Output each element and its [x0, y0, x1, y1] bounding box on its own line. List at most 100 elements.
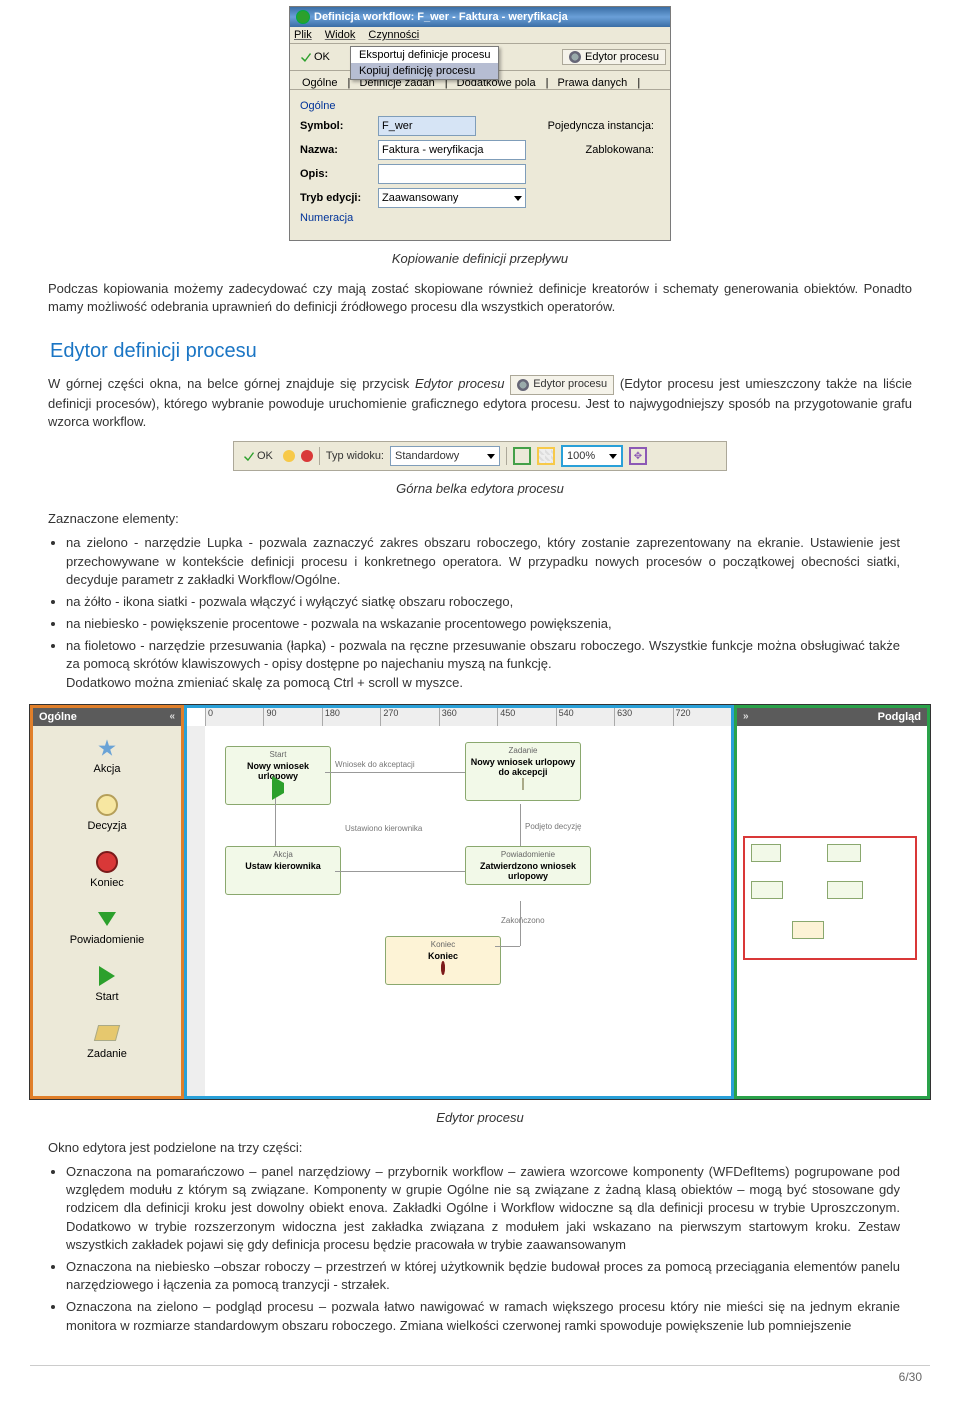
chevron-down-icon	[514, 196, 522, 201]
canvas[interactable]: Start Nowy wniosek urlopowy Zadanie Nowy…	[205, 726, 731, 1096]
node-type: Zadanie	[509, 746, 538, 755]
palette-label: Zadanie	[87, 1048, 127, 1060]
disc-icon	[96, 794, 118, 816]
preview-canvas[interactable]	[737, 726, 927, 1096]
dropdown-copy[interactable]: Kopiuj definicję procesu	[351, 63, 498, 79]
palette-label: Decyzja	[87, 820, 126, 832]
tool-panel-header: Ogólne «	[33, 708, 181, 726]
paragraph-2: W górnej części okna, na belce górnej zn…	[48, 375, 912, 431]
ruler-tick: 630	[614, 708, 672, 726]
toolbar-dropdown[interactable]: Eksportuj definicje procesu Kopiuj defin…	[350, 46, 499, 80]
disc-icon[interactable]	[301, 450, 313, 462]
node-powiadomienie[interactable]: Powiadomienie Zatwierdzono wniosek urlop…	[465, 846, 591, 885]
connector	[335, 871, 465, 872]
palette-label: Start	[95, 991, 118, 1003]
editor-process-button[interactable]: Edytor procesu	[562, 49, 666, 65]
bullet-list-1: na zielono - narzędzie Lupka - pozwala z…	[66, 534, 900, 692]
palette-item-powiadomienie[interactable]: Powiadomienie	[33, 897, 181, 954]
mini-node	[792, 921, 824, 939]
tryb-label: Tryb edycji:	[300, 192, 378, 204]
tryb-select[interactable]: Zaawansowany	[378, 188, 526, 208]
palette-item-akcja[interactable]: Akcja	[33, 726, 181, 783]
palette-item-zadanie[interactable]: Zadanie	[33, 1011, 181, 1068]
groupbox-ogolne: Ogólne	[300, 100, 660, 112]
toolbar: OK Eksportuj definicje procesu Kopiuj de…	[290, 44, 670, 71]
mini-node	[827, 844, 861, 862]
palette-item-decyzja[interactable]: Decyzja	[33, 783, 181, 840]
ok-button[interactable]: OK	[294, 48, 337, 66]
node-zadanie[interactable]: Zadanie Nowy wniosek urlopowy do akcepcj…	[465, 742, 581, 801]
mini-node	[827, 881, 863, 899]
palette: Akcja Decyzja Koniec Powiadomienie Start…	[33, 726, 181, 1096]
menubar[interactable]: Plik Widok Czynności	[290, 27, 670, 44]
brush-icon	[94, 1025, 120, 1041]
caption-edytor-procesu: Edytor procesu	[20, 1110, 940, 1125]
nazwa-label: Nazwa:	[300, 144, 378, 156]
ruler-tick: 90	[263, 708, 321, 726]
preview-title: Podgląd	[878, 711, 921, 723]
pojedyncza-label: Pojedyncza instancja:	[548, 120, 660, 132]
list-item: Oznaczona na pomarańczowo – panel narzęd…	[66, 1163, 900, 1254]
stop-icon	[441, 961, 445, 975]
star-icon	[98, 739, 116, 757]
dropdown-export[interactable]: Eksportuj definicje procesu	[351, 47, 498, 63]
palette-item-koniec[interactable]: Koniec	[33, 840, 181, 897]
grid-toggle-icon[interactable]	[537, 447, 555, 465]
pan-tool-icon[interactable]: ✥	[629, 447, 647, 465]
node-start[interactable]: Start Nowy wniosek urlopowy	[225, 746, 331, 805]
inline-editor-button[interactable]: Edytor procesu	[510, 375, 614, 394]
tryb-value: Zaawansowany	[382, 192, 458, 204]
window-titlebar: Definicja workflow: F_wer - Faktura - we…	[290, 7, 670, 27]
node-title: Nowy wniosek urlopowy do akcepcji	[468, 757, 578, 777]
palette-label: Akcja	[94, 763, 121, 775]
nazwa-input[interactable]	[378, 140, 526, 160]
tool-panel-title: Ogólne	[39, 711, 77, 723]
brush-icon	[522, 778, 524, 790]
footer-rule	[30, 1365, 930, 1366]
menu-widok[interactable]: Widok	[325, 29, 356, 41]
tool-panel: Ogólne « Akcja Decyzja Koniec Powiadomie…	[30, 705, 184, 1099]
ok-label: OK	[314, 51, 330, 63]
symbol-input[interactable]	[378, 116, 476, 136]
caption-gorna-belka: Górna belka edytora procesu	[20, 481, 940, 496]
p2a: W górnej części okna, na belce górnej zn…	[48, 377, 415, 392]
palette-label: Koniec	[90, 877, 124, 889]
chevron-down-icon	[609, 454, 617, 459]
gear-icon	[296, 10, 310, 24]
menu-plik[interactable]: Plik	[294, 29, 312, 41]
tab-ogolne[interactable]: Ogólne	[296, 75, 343, 91]
check-icon	[244, 451, 254, 461]
opis-input[interactable]	[378, 164, 526, 184]
node-type: Akcja	[273, 850, 293, 859]
ruler-tick: 450	[497, 708, 555, 726]
separator	[319, 447, 320, 465]
workspace[interactable]: 0 90 180 270 360 450 540 630 720 Start N…	[184, 705, 734, 1099]
list-item: na fioletowo - narzędzie przesuwania (ła…	[66, 637, 900, 692]
ok-button[interactable]: OK	[240, 449, 277, 463]
disc-icon[interactable]	[283, 450, 295, 462]
bullet-list-2: Oznaczona na pomarańczowo – panel narzęd…	[66, 1163, 900, 1335]
notify-icon	[98, 912, 116, 926]
zoom-value: 100%	[567, 450, 595, 462]
zablokowana-label: Zablokowana:	[586, 144, 661, 156]
ruler-horizontal: 0 90 180 270 360 450 540 630 720	[205, 708, 731, 727]
connector-label: Wniosek do akceptacji	[335, 760, 415, 769]
zoom-tool-icon[interactable]	[513, 447, 531, 465]
editor-toolbar-strip: OK Typ widoku: Standardowy 100% ✥	[233, 441, 727, 471]
chevron-right-icon[interactable]: »	[743, 711, 749, 722]
tab-prawa-danych[interactable]: Prawa danych	[552, 75, 634, 91]
list-item: na zielono - narzędzie Lupka - pozwala z…	[66, 534, 900, 589]
palette-item-start[interactable]: Start	[33, 954, 181, 1011]
menu-czynnosci[interactable]: Czynności	[368, 29, 419, 41]
node-koniec[interactable]: Koniec Koniec	[385, 936, 501, 985]
chevron-left-icon[interactable]: «	[169, 711, 175, 722]
p2-italic: Edytor procesu	[415, 377, 505, 392]
check-icon	[301, 52, 311, 62]
gear-icon	[517, 379, 529, 391]
connector	[325, 772, 465, 773]
list-item: Oznaczona na niebiesko –obszar roboczy –…	[66, 1258, 900, 1294]
node-akcja[interactable]: Akcja Ustaw kierownika	[225, 846, 341, 895]
zoom-input[interactable]: 100%	[561, 445, 623, 467]
typ-widoku-select[interactable]: Standardowy	[390, 446, 500, 466]
ruler-tick: 0	[205, 708, 263, 726]
